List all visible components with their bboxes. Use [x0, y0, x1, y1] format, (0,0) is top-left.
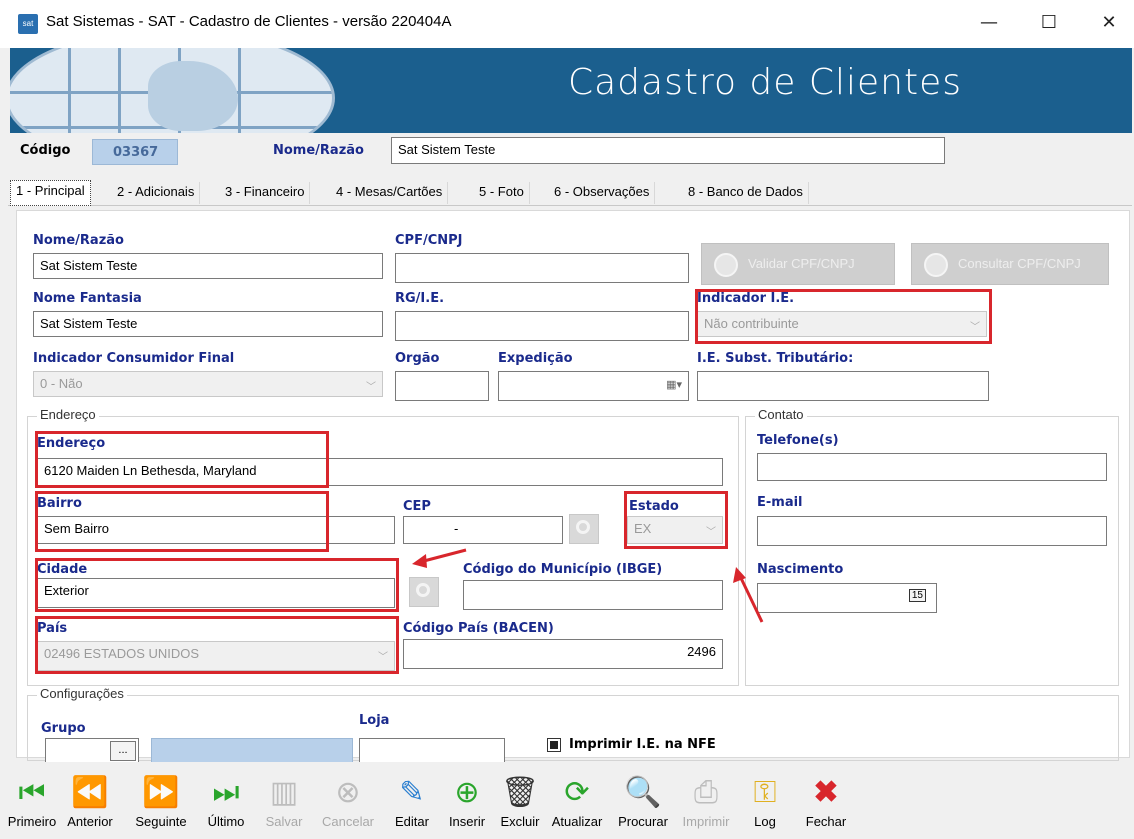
arrow-head-cidade — [412, 554, 427, 568]
refresh-label: Atualizar — [551, 814, 603, 829]
trash-icon: 🗑 — [500, 776, 540, 809]
print-button[interactable]: ⎙ Imprimir — [676, 762, 736, 829]
key-icon: ⚿ — [753, 776, 777, 809]
refresh-button[interactable]: ⟳ Atualizar — [545, 762, 609, 829]
save-button[interactable]: ▥ Salvar — [256, 762, 312, 829]
prev-icon: ⏪ — [71, 776, 109, 809]
save-label: Salvar — [265, 814, 303, 829]
cancel-label: Cancelar — [321, 814, 375, 829]
first-button[interactable]: ⏮ Primeiro — [4, 762, 60, 829]
next-button[interactable]: ⏩ Seguinte — [120, 762, 202, 829]
next-label: Seguinte — [135, 814, 187, 829]
log-label: Log — [754, 814, 776, 829]
last-button[interactable]: ⏭ Último — [202, 762, 250, 829]
cancel-button[interactable]: ⊗ Cancelar — [314, 762, 382, 829]
annotation-arrows — [412, 548, 764, 623]
delete-button[interactable]: 🗑 Excluir — [496, 762, 544, 829]
insert-button[interactable]: ⊕ Inserir — [442, 762, 492, 829]
next-icon: ⏩ — [142, 776, 180, 809]
add-icon: ⊕ — [454, 776, 480, 809]
cancel-icon: ⊗ — [335, 776, 361, 809]
arrow-head-estado — [733, 567, 746, 583]
save-icon: ▥ — [269, 776, 299, 809]
close-label: Fechar — [805, 814, 847, 829]
insert-label: Inserir — [448, 814, 486, 829]
search-icon: 🔍 — [624, 776, 662, 809]
navigation-toolbar: ⏮ Primeiro ⏪ Anterior ⏩ Seguinte ⏭ Último ▥ S… — [0, 762, 1134, 839]
edit-icon: ✎ — [399, 776, 425, 809]
previous-button[interactable]: ⏪ Anterior — [60, 762, 120, 829]
refresh-icon: ⟳ — [564, 776, 590, 809]
first-icon: ⏮ — [18, 776, 46, 809]
arrow-to-cidade — [419, 548, 467, 564]
arrow-to-estado — [738, 575, 764, 623]
edit-button[interactable]: ✎ Editar — [388, 762, 436, 829]
edit-label: Editar — [395, 814, 429, 829]
search-label: Procurar — [618, 814, 668, 829]
delete-label: Excluir — [500, 814, 540, 829]
close-button[interactable]: ✖ Fechar — [796, 762, 856, 829]
first-label: Primeiro — [7, 814, 57, 829]
last-label: Último — [207, 814, 245, 829]
close-icon: ✖ — [813, 776, 839, 809]
search-button[interactable]: 🔍 Procurar — [610, 762, 676, 829]
previous-label: Anterior — [67, 814, 113, 829]
print-icon: ⎙ — [694, 776, 718, 809]
log-button[interactable]: ⚿ Log — [742, 762, 788, 829]
print-label: Imprimir — [682, 814, 730, 829]
last-icon: ⏭ — [212, 776, 240, 809]
